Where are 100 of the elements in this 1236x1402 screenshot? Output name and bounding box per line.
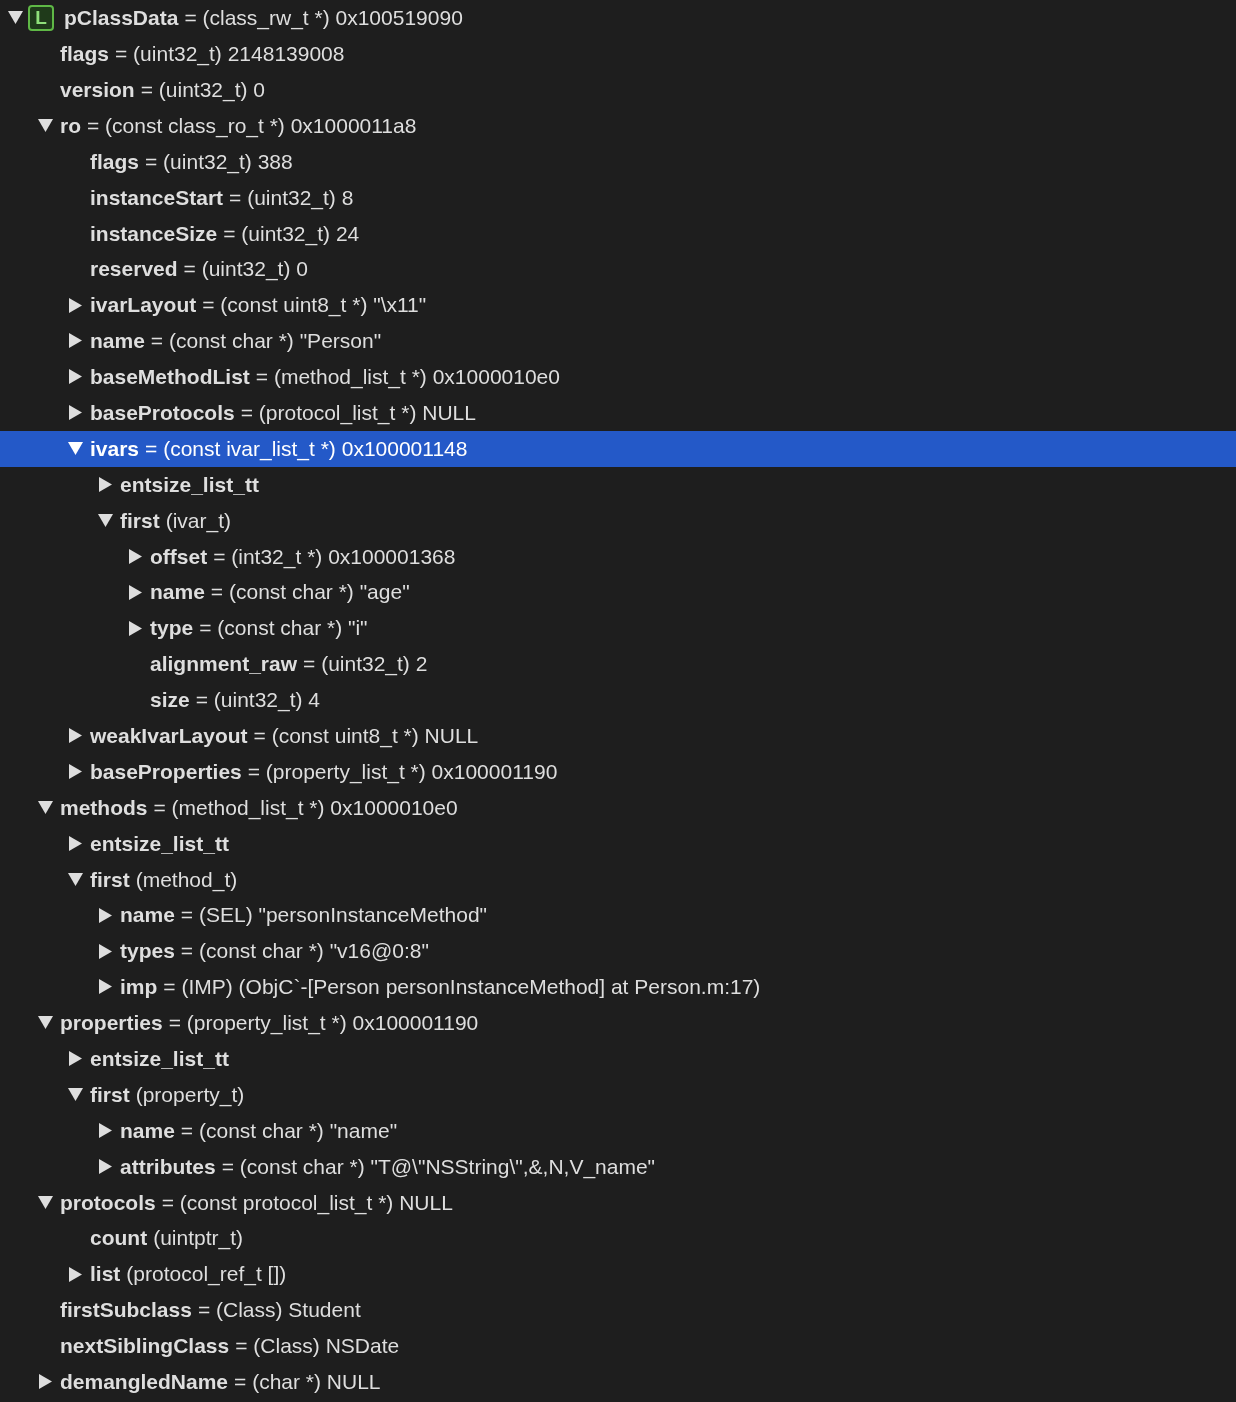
expanded-triangle-icon[interactable] [38,1015,53,1031]
variable-row[interactable]: name = (SEL) "personInstanceMethod" [0,897,1236,934]
variable-row[interactable]: alignment_raw = (uint32_t) 2 [0,646,1236,682]
variable-name: protocols [60,1189,156,1216]
expanded-triangle-icon[interactable] [38,118,53,134]
collapsed-triangle-icon[interactable] [128,620,143,636]
collapsed-triangle-icon[interactable] [68,405,83,421]
variable-row[interactable]: attributes = (const char *) "T@\"NSString\",&,N,V_name" [0,1148,1236,1185]
variable-row[interactable]: entsize_list_tt [0,825,1236,862]
variable-row[interactable]: properties = (property_list_t *) 0x100001190 [0,1004,1236,1041]
variable-name: entsize_list_tt [90,1046,229,1072]
expanded-triangle-icon[interactable] [68,871,83,887]
variable-row[interactable]: entsize_list_tt [0,1040,1236,1077]
variable-row[interactable]: ivarLayout = (const uint8_t *) "\x11" [0,287,1236,323]
variable-row[interactable]: first (property_t) [0,1076,1236,1113]
variable-value: = (protocol_list_t *) NULL [240,400,476,427]
collapsed-triangle-icon[interactable] [68,728,83,744]
variable-row[interactable]: entsize_list_tt [0,466,1236,503]
variable-value: = (uint32_t) 2148139008 [115,41,345,68]
variable-row[interactable]: types = (const char *) "v16@0:8" [0,933,1236,970]
variable-row[interactable]: list (protocol_ref_t []) [0,1256,1236,1293]
collapsed-triangle-icon[interactable] [68,1051,83,1067]
variable-row[interactable]: name = (const char *) "age" [0,574,1236,611]
variable-name: size [150,687,190,714]
variable-row[interactable]: baseProtocols = (protocol_list_t *) NULL [0,394,1236,431]
variable-value: (method_t) [135,866,238,894]
variable-name: baseMethodList [90,364,250,391]
variable-row[interactable]: imp = (IMP) (ObjC`-[Person personInstanceMethod] at Person.m:17) [0,969,1236,1005]
variable-value: = (const ivar_list_t *) 0x100001148 [145,435,468,463]
variable-value: = (const uint8_t *) "\x11" [202,292,427,319]
variable-value: = (property_list_t *) 0x100001190 [247,758,558,786]
variable-row[interactable]: type = (const char *) "i" [0,610,1236,647]
variable-name: name [120,1117,175,1144]
variable-row[interactable]: ivars = (const ivar_list_t *) 0x100001148 [0,430,1236,467]
variable-value: = (const char *) "age" [210,579,410,606]
variable-row[interactable]: L pClassData = (class_rw_t *) 0x100519090 [0,0,1236,36]
variable-value: = (char *) NULL [234,1369,381,1396]
variable-row[interactable]: count (uintptr_t) [0,1220,1236,1257]
variable-row[interactable]: firstSubclass = (Class) Student [0,1292,1236,1328]
collapsed-triangle-icon[interactable] [98,943,113,959]
variable-value: = (Class) Student [197,1297,361,1324]
variable-row[interactable]: instanceSize = (uint32_t) 24 [0,215,1236,252]
variable-row[interactable]: demangledName = (char *) NULL [0,1363,1236,1400]
variable-name: firstSubclass [60,1297,192,1324]
variable-value: = (uint32_t) 0 [140,76,266,104]
variable-row[interactable]: name = (const char *) "Person" [0,323,1236,359]
variable-row[interactable]: weakIvarLayout = (const uint8_t *) NULL [0,717,1236,754]
variable-row[interactable]: baseMethodList = (method_list_t *) 0x1000010e0 [0,358,1236,395]
variable-value: = (const uint8_t *) NULL [253,723,479,750]
collapsed-triangle-icon[interactable] [98,907,113,923]
variable-row[interactable]: version = (uint32_t) 0 [0,71,1236,108]
collapsed-triangle-icon[interactable] [68,297,83,313]
variable-name: weakIvarLayout [90,723,248,749]
variable-name: offset [150,543,208,570]
variable-value: = (uint32_t) 8 [229,184,354,212]
variable-name: alignment_raw [150,651,298,678]
variable-value: = (const char *) "v16@0:8" [180,938,429,965]
variable-value: = (const char *) "i" [199,615,368,642]
collapsed-triangle-icon[interactable] [98,1158,113,1174]
variable-value: = (uint32_t) 24 [223,220,360,248]
expanded-triangle-icon[interactable] [98,512,113,528]
variable-row[interactable]: reserved = (uint32_t) 0 [0,251,1236,288]
expanded-triangle-icon[interactable] [38,1194,53,1210]
variable-row[interactable]: nextSiblingClass = (Class) NSDate [0,1327,1236,1364]
variable-name: ro [60,112,81,139]
variable-value: = (const class_ro_t *) 0x1000011a8 [87,112,417,140]
variable-row[interactable]: protocols = (const protocol_list_t *) NULL [0,1184,1236,1221]
variable-row[interactable]: first (ivar_t) [0,502,1236,539]
expanded-triangle-icon[interactable] [8,10,23,26]
collapsed-triangle-icon[interactable] [98,979,113,995]
collapsed-triangle-icon[interactable] [68,1266,83,1282]
collapsed-triangle-icon[interactable] [68,764,83,780]
variable-value: (property_t) [135,1081,245,1109]
collapsed-triangle-icon[interactable] [68,369,83,385]
collapsed-triangle-icon[interactable] [98,477,113,492]
variable-row[interactable]: flags = (uint32_t) 2148139008 [0,35,1236,72]
expanded-triangle-icon[interactable] [68,1087,83,1103]
variable-name: ivars [90,435,140,462]
collapsed-triangle-icon[interactable] [128,584,143,600]
collapsed-triangle-icon[interactable] [68,835,83,851]
variable-row[interactable]: instanceStart = (uint32_t) 8 [0,179,1236,216]
variable-name: version [60,76,135,103]
expanded-triangle-icon[interactable] [38,800,53,816]
variable-row[interactable]: methods = (method_list_t *) 0x1000010e0 [0,789,1236,826]
variable-row[interactable]: first (method_t) [0,861,1236,898]
variable-name: instanceSize [90,220,218,247]
variable-row[interactable]: baseProperties = (property_list_t *) 0x100001190 [0,753,1236,790]
variable-name: imp [120,974,158,1001]
expanded-triangle-icon[interactable] [68,441,83,457]
collapsed-triangle-icon[interactable] [98,1123,113,1139]
variable-value: = (const char *) "Person" [150,328,382,355]
variable-name: first [90,866,130,893]
collapsed-triangle-icon[interactable] [68,333,83,349]
variable-row[interactable]: name = (const char *) "name" [0,1112,1236,1149]
variable-row[interactable]: offset = (int32_t *) 0x100001368 [0,538,1236,575]
variable-row[interactable]: size = (uint32_t) 4 [0,681,1236,718]
collapsed-triangle-icon[interactable] [128,548,143,564]
variable-row[interactable]: ro = (const class_ro_t *) 0x1000011a8 [0,107,1236,144]
variable-row[interactable]: flags = (uint32_t) 388 [0,143,1236,180]
collapsed-triangle-icon[interactable] [38,1374,53,1390]
